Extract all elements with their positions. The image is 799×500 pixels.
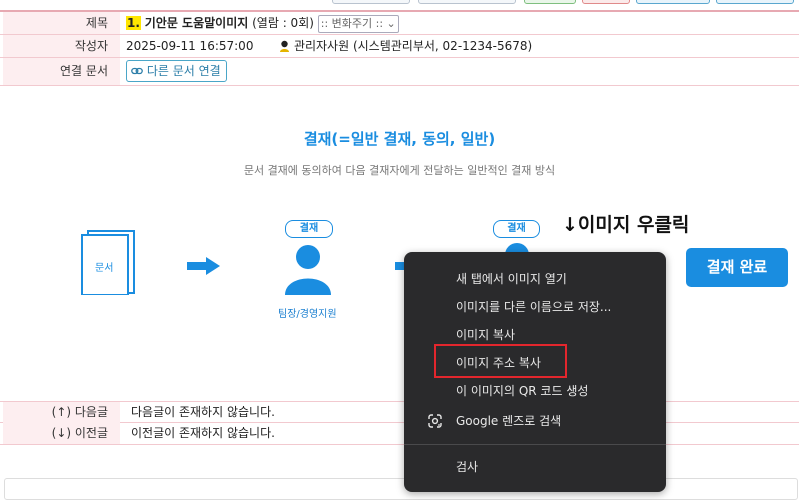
change-select[interactable]: :: 변화주기 :: ⌄ <box>317 14 399 33</box>
menu-save-image-as[interactable]: 이미지를 다른 이름으로 저장... <box>404 293 666 321</box>
comment-area <box>4 478 798 500</box>
highlight-box <box>434 344 567 378</box>
toolbar-button[interactable] <box>332 0 410 4</box>
approval-complete-button[interactable]: 결재 완료 <box>686 248 788 287</box>
subject-value: 1. 기안문 도움말이미지 (열람 : 0회) :: 변화주기 :: ⌄ <box>126 12 399 34</box>
view-count: (열람 : 0회) <box>252 16 314 30</box>
linked-docs-label: 연결 문서 <box>3 58 120 85</box>
google-lens-icon <box>428 414 442 428</box>
menu-inspect[interactable]: 검사 <box>404 453 666 481</box>
next-post-row[interactable]: (↑) 다음글 다음글이 존재하지 않습니다. <box>0 401 799 423</box>
toolbar-button[interactable] <box>582 0 630 4</box>
post-datetime: 2025-09-11 16:57:00 <box>126 39 254 53</box>
approval-badge: 결재 <box>285 220 333 238</box>
menu-search-google-lens[interactable]: Google 렌즈로 검색 <box>404 407 666 435</box>
annotation-right-click: ↓이미지 우클릭 <box>562 214 690 236</box>
toolbar-button[interactable] <box>716 0 794 4</box>
document-label: 문서 <box>95 263 114 274</box>
toolbar-button[interactable] <box>524 0 576 4</box>
document-icon: 문서 <box>80 229 135 296</box>
subject-number: 1. <box>126 16 141 30</box>
link-document-button[interactable]: 다른 문서 연결 <box>126 60 227 82</box>
toolbar-button[interactable] <box>418 0 516 4</box>
link-document-label: 다른 문서 연결 <box>146 64 221 78</box>
author-row: 작성자 2025-09-11 16:57:00 관리자사원 (시스템관리부서, … <box>0 35 799 58</box>
diagram-subtitle: 문서 결재에 동의하여 다음 결재자에게 전달하는 일반적인 결재 방식 <box>243 164 556 177</box>
approver-caption: 팀장/경영지원 <box>278 309 337 320</box>
subject-row: 제목 1. 기안문 도움말이미지 (열람 : 0회) :: 변화주기 :: ⌄ <box>0 12 799 35</box>
linked-docs-row: 연결 문서 <box>0 58 799 86</box>
user-icon <box>280 40 290 52</box>
author-name: 관리자사원 (시스템관리부서, 02-1234-5678) <box>293 39 533 53</box>
toolbar-button[interactable] <box>636 0 710 4</box>
approval-badge: 결재 <box>493 220 540 238</box>
subject-title: 기안문 도움말이미지 <box>144 16 249 30</box>
prev-post-value: 이전글이 존재하지 않습니다. <box>131 426 275 440</box>
prev-post-label: (↓) 이전글 <box>3 423 120 444</box>
diagram-title: 결재(=일반 결재, 동의, 일반) <box>303 130 496 148</box>
top-toolbar <box>0 0 799 6</box>
prev-post-row[interactable]: (↓) 이전글 이전글이 존재하지 않습니다. <box>0 423 799 445</box>
author-label: 작성자 <box>3 35 120 57</box>
author-value: 2025-09-11 16:57:00 관리자사원 (시스템관리부서, 02-1… <box>126 35 532 57</box>
approver-person-icon <box>285 245 331 295</box>
menu-open-image-new-tab[interactable]: 새 탭에서 이미지 열기 <box>404 265 666 293</box>
menu-separator <box>404 444 666 445</box>
menu-create-qr-code[interactable]: 이 이미지의 QR 코드 생성 <box>404 377 666 405</box>
next-post-value: 다음글이 존재하지 않습니다. <box>131 405 275 419</box>
arrow-right-icon <box>187 257 220 275</box>
next-post-label: (↑) 다음글 <box>3 402 120 423</box>
link-icon <box>131 67 143 75</box>
subject-label: 제목 <box>3 12 120 34</box>
